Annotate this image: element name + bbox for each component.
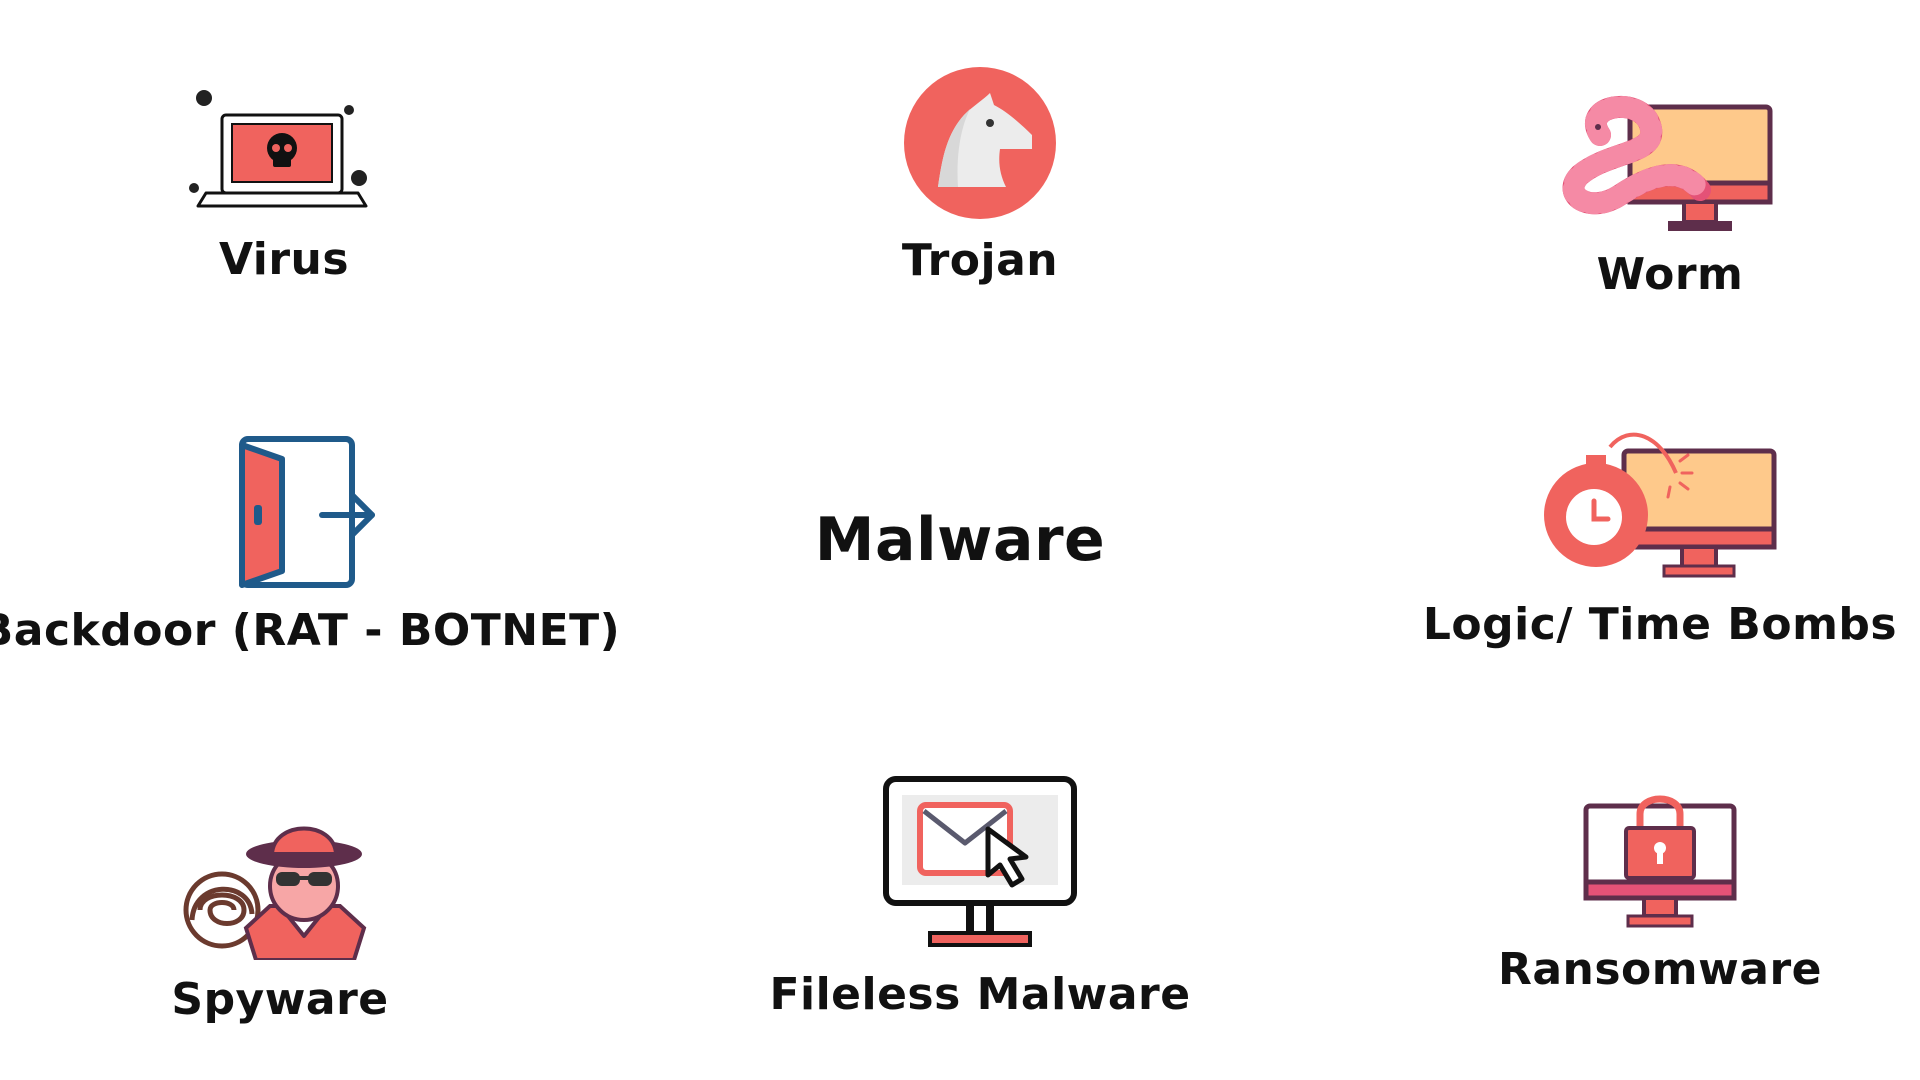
backdoor-icon: [239, 436, 375, 588]
item-ransomware: Ransomware: [1480, 790, 1840, 995]
worm-monitor-icon: [1562, 95, 1773, 231]
label-worm: Worm: [1596, 249, 1744, 300]
item-virus: Virus: [164, 80, 404, 285]
ransomware-lock-icon: [1583, 795, 1737, 928]
label-ransomware: Ransomware: [1497, 944, 1823, 995]
fileless-email-icon: [883, 776, 1077, 947]
item-trojan: Trojan: [840, 65, 1120, 286]
item-spyware: Spyware: [140, 810, 420, 1025]
label-trojan: Trojan: [901, 235, 1059, 286]
item-backdoor: Backdoor (RAT - BOTNET): [0, 435, 620, 656]
label-spyware: Spyware: [171, 974, 389, 1025]
trojan-horse-icon: [904, 67, 1056, 219]
item-time-bombs: Logic/ Time Bombs: [1423, 425, 1897, 650]
item-worm: Worm: [1520, 95, 1820, 300]
virus-laptop-icon: [189, 90, 368, 208]
spyware-icon: [183, 826, 367, 960]
label-backdoor: Backdoor (RAT - BOTNET): [0, 605, 621, 656]
label-virus: Virus: [218, 234, 350, 285]
label-time-bombs: Logic/ Time Bombs: [1422, 599, 1898, 650]
item-fileless-malware: Fileless Malware: [760, 775, 1200, 1020]
label-fileless-malware: Fileless Malware: [769, 969, 1191, 1020]
time-bomb-icon: [1544, 432, 1777, 578]
